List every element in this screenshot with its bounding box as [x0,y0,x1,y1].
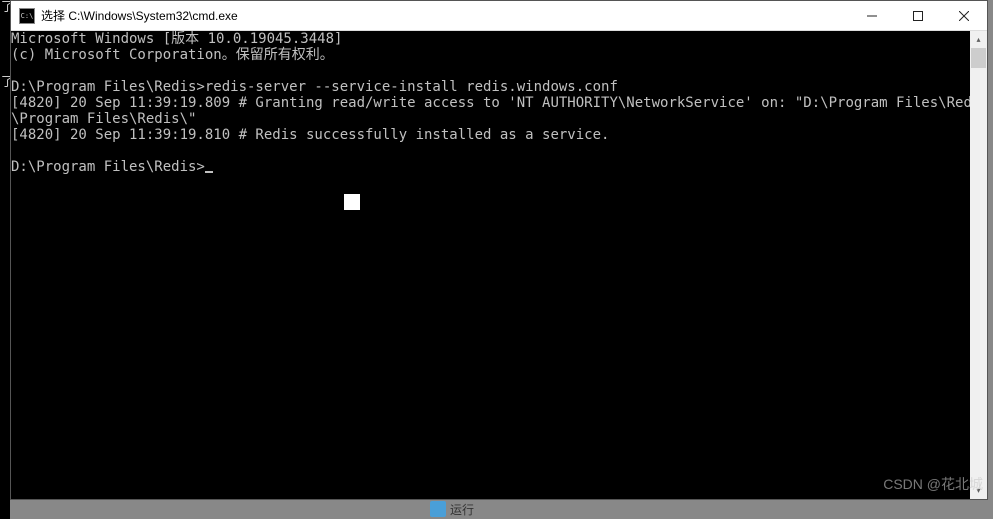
watermark-text: CSDN @花北城 [883,474,983,494]
cmd-window: C:\ 选择 C:\Windows\System32\cmd.exe Micro… [10,0,988,500]
scroll-up-button[interactable]: ▴ [970,31,987,48]
minimize-button[interactable] [849,1,895,31]
scroll-thumb[interactable] [971,48,986,68]
close-button[interactable] [941,1,987,31]
selection-block [344,194,360,210]
task-icon [430,501,446,517]
background-fragment: 了 了 [0,0,10,519]
window-controls [849,1,987,31]
console-area: Microsoft Windows [版本 10.0.19045.3448] (… [11,31,987,499]
vertical-scrollbar[interactable]: ▴ ▾ [970,31,987,499]
text-cursor [205,171,213,173]
console-output[interactable]: Microsoft Windows [版本 10.0.19045.3448] (… [11,31,970,499]
scroll-track[interactable] [970,48,987,482]
cmd-icon: C:\ [19,8,35,24]
window-title: 选择 C:\Windows\System32\cmd.exe [41,7,849,24]
titlebar[interactable]: C:\ 选择 C:\Windows\System32\cmd.exe [11,1,987,31]
maximize-button[interactable] [895,1,941,31]
task-label: 运行 [450,501,474,518]
taskbar-fragment: 运行 [430,499,474,519]
